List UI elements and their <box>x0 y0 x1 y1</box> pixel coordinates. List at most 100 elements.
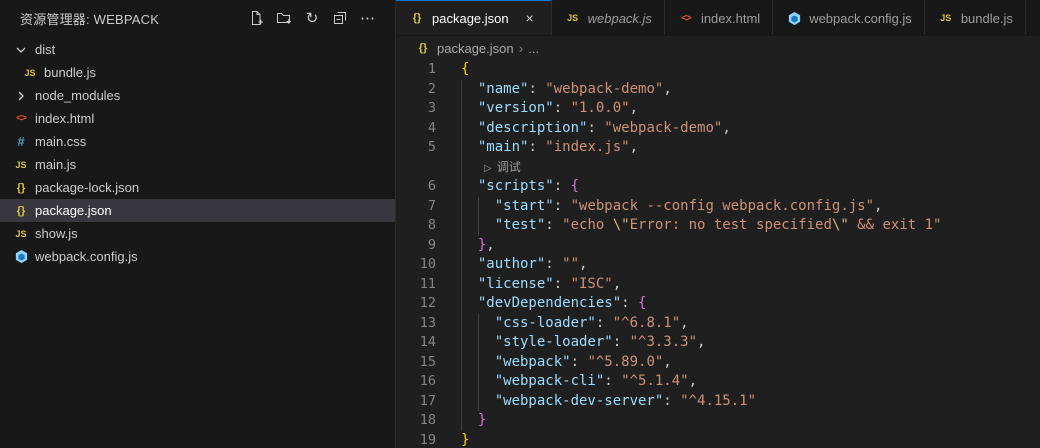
code-line-content[interactable]: "author": "", <box>461 255 588 275</box>
js-file-icon: JS <box>567 13 579 23</box>
code-line-content[interactable]: "description": "webpack-demo", <box>461 119 731 139</box>
line-number: 16 <box>419 373 436 389</box>
code-line-content[interactable]: "style-loader": "^3.3.3", <box>461 333 706 353</box>
line-number: 2 <box>427 80 436 97</box>
code-line: 17 "webpack-dev-server": "^4.15.1" <box>396 392 1040 412</box>
code-line-content[interactable]: "webpack-dev-server": "^4.15.1" <box>461 392 756 412</box>
code-line-content[interactable]: "name": "webpack-demo", <box>461 80 672 100</box>
new-file-icon[interactable] <box>245 7 267 29</box>
tab-label: webpack.config.js <box>809 10 912 26</box>
js-file-icon: JS <box>15 228 27 239</box>
js-file-icon: JS <box>15 159 27 170</box>
code-line: 11 "license": "ISC", <box>396 275 1040 295</box>
chevron-right-icon[interactable] <box>12 88 30 104</box>
code-line: 1{ <box>396 60 1040 80</box>
json-file-icon: {} <box>16 204 26 217</box>
line-number: 15 <box>419 353 436 370</box>
tree-item-webpack.config.js[interactable]: webpack.config.js <box>0 245 395 268</box>
html-file-icon: <> <box>16 113 27 124</box>
indent-guide <box>478 196 479 236</box>
code-line-content[interactable]: { <box>461 60 469 80</box>
tree-item-show.js[interactable]: JS show.js <box>0 222 395 245</box>
explorer-header: 资源管理器: WEBPACK ↻ ⋯ <box>0 0 395 36</box>
webpack-file-icon <box>785 11 803 26</box>
explorer-sidebar: 资源管理器: WEBPACK ↻ ⋯ dist JS bundle.js node_mo… <box>0 0 396 448</box>
code-line: 12 "devDependencies": { <box>396 294 1040 314</box>
tree-item-label: dist <box>35 42 56 57</box>
tree-item-main.js[interactable]: JS main.js <box>0 153 395 176</box>
tab-webpack.config.js[interactable]: webpack.config.js <box>773 0 925 35</box>
code-line: 8 "test": "echo \"Error: no test specifi… <box>396 216 1040 236</box>
tab-label: index.html <box>700 10 761 26</box>
code-line: 3 "version": "1.0.0", <box>396 99 1040 119</box>
debug-codelens[interactable]: ▷ 调试 <box>396 158 1040 178</box>
tree-item-node_modules[interactable]: node_modules <box>0 84 395 107</box>
more-actions-icon[interactable]: ⋯ <box>357 7 379 29</box>
tree-item-package-lock.json[interactable]: {} package-lock.json <box>0 176 395 199</box>
js-file-icon: JS <box>940 13 952 23</box>
tree-item-label: show.js <box>35 226 78 241</box>
json-file-icon: {} <box>412 12 422 24</box>
code-line: 10 "author": "", <box>396 255 1040 275</box>
code-line: 16 "webpack-cli": "^5.1.4", <box>396 372 1040 392</box>
code-line: 15 "webpack": "^5.89.0", <box>396 353 1040 373</box>
tab-label: package.json <box>432 10 509 26</box>
breadcrumb: {} package.json › ... <box>396 36 1040 60</box>
refresh-icon[interactable]: ↻ <box>301 7 323 29</box>
webpack-file-icon <box>12 249 30 264</box>
indent-guide <box>478 313 479 411</box>
breadcrumb-file[interactable]: package.json <box>437 41 514 56</box>
code-line-content[interactable]: }, <box>461 236 495 256</box>
code-line-content[interactable]: } <box>461 411 486 431</box>
tab-bundle.js[interactable]: JS bundle.js <box>924 0 1026 35</box>
code-line-content[interactable]: "main": "index.js", <box>461 138 638 158</box>
tab-webpack.js[interactable]: JS webpack.js <box>551 0 665 35</box>
code-line-content[interactable]: "start": "webpack --config webpack.confi… <box>461 197 883 217</box>
code-editor[interactable]: 1{2 "name": "webpack-demo", 3 "version": … <box>396 60 1040 448</box>
tab-label: webpack.js <box>587 10 652 26</box>
code-line-content[interactable]: "version": "1.0.0", <box>461 99 638 119</box>
code-line-content[interactable]: "webpack-cli": "^5.1.4", <box>461 372 697 392</box>
tree-item-bundle.js[interactable]: JS bundle.js <box>0 61 395 84</box>
tab-close-icon[interactable]: × <box>521 9 539 27</box>
code-line-content[interactable]: "css-loader": "^6.8.1", <box>461 314 689 334</box>
tree-item-label: package.json <box>35 203 112 218</box>
line-number: 3 <box>427 100 436 116</box>
tree-item-main.css[interactable]: # main.css <box>0 130 395 153</box>
tree-item-package.json[interactable]: {} package.json <box>0 199 395 222</box>
code-line: 4 "description": "webpack-demo", <box>396 119 1040 139</box>
tree-item-dist[interactable]: dist <box>0 38 395 61</box>
tree-item-label: bundle.js <box>44 65 97 80</box>
explorer-title: 资源管理器: WEBPACK <box>20 11 160 27</box>
code-line-content[interactable]: } <box>461 431 469 448</box>
tree-item-index.html[interactable]: <> index.html <box>0 107 395 130</box>
code-line-content[interactable]: "scripts": { <box>461 177 579 197</box>
line-number: 10 <box>419 256 436 272</box>
code-line: 7 "start": "webpack --config webpack.con… <box>396 197 1040 217</box>
code-line-content[interactable]: "test": "echo \"Error: no test specified… <box>461 216 942 236</box>
code-line: 13 "css-loader": "^6.8.1", <box>396 314 1040 334</box>
file-tree: dist JS bundle.js node_modules <> index.html #… <box>0 36 395 268</box>
breadcrumb-symbol-more[interactable]: ... <box>528 41 539 56</box>
json-file-icon: {} <box>16 181 26 194</box>
new-folder-icon[interactable] <box>273 7 295 29</box>
code-line-content[interactable]: "license": "ISC", <box>461 275 621 295</box>
line-number: 8 <box>427 217 436 233</box>
tree-item-label: main.js <box>35 157 77 172</box>
tab-index.html[interactable]: <> index.html <box>664 0 774 35</box>
tab-package.json[interactable]: {} package.json × <box>396 0 552 35</box>
line-number: 6 <box>427 178 436 194</box>
code-line-content[interactable]: "devDependencies": { <box>461 294 647 314</box>
line-number: 14 <box>419 334 436 350</box>
code-line: 19} <box>396 431 1040 448</box>
line-number: 7 <box>427 197 436 214</box>
line-number: 4 <box>427 119 436 136</box>
code-line-content[interactable]: "webpack": "^5.89.0", <box>461 353 672 373</box>
vscode-window: 资源管理器: WEBPACK ↻ ⋯ dist JS bundle.js node_mo… <box>0 0 1040 448</box>
code-line: 9 }, <box>396 236 1040 256</box>
collapse-folders-icon[interactable] <box>329 7 351 29</box>
chevron-down-icon[interactable] <box>12 42 30 58</box>
code-line: 5 "main": "index.js", <box>396 138 1040 158</box>
tab-label: bundle.js <box>960 10 1013 26</box>
css-file-icon: # <box>17 134 25 149</box>
